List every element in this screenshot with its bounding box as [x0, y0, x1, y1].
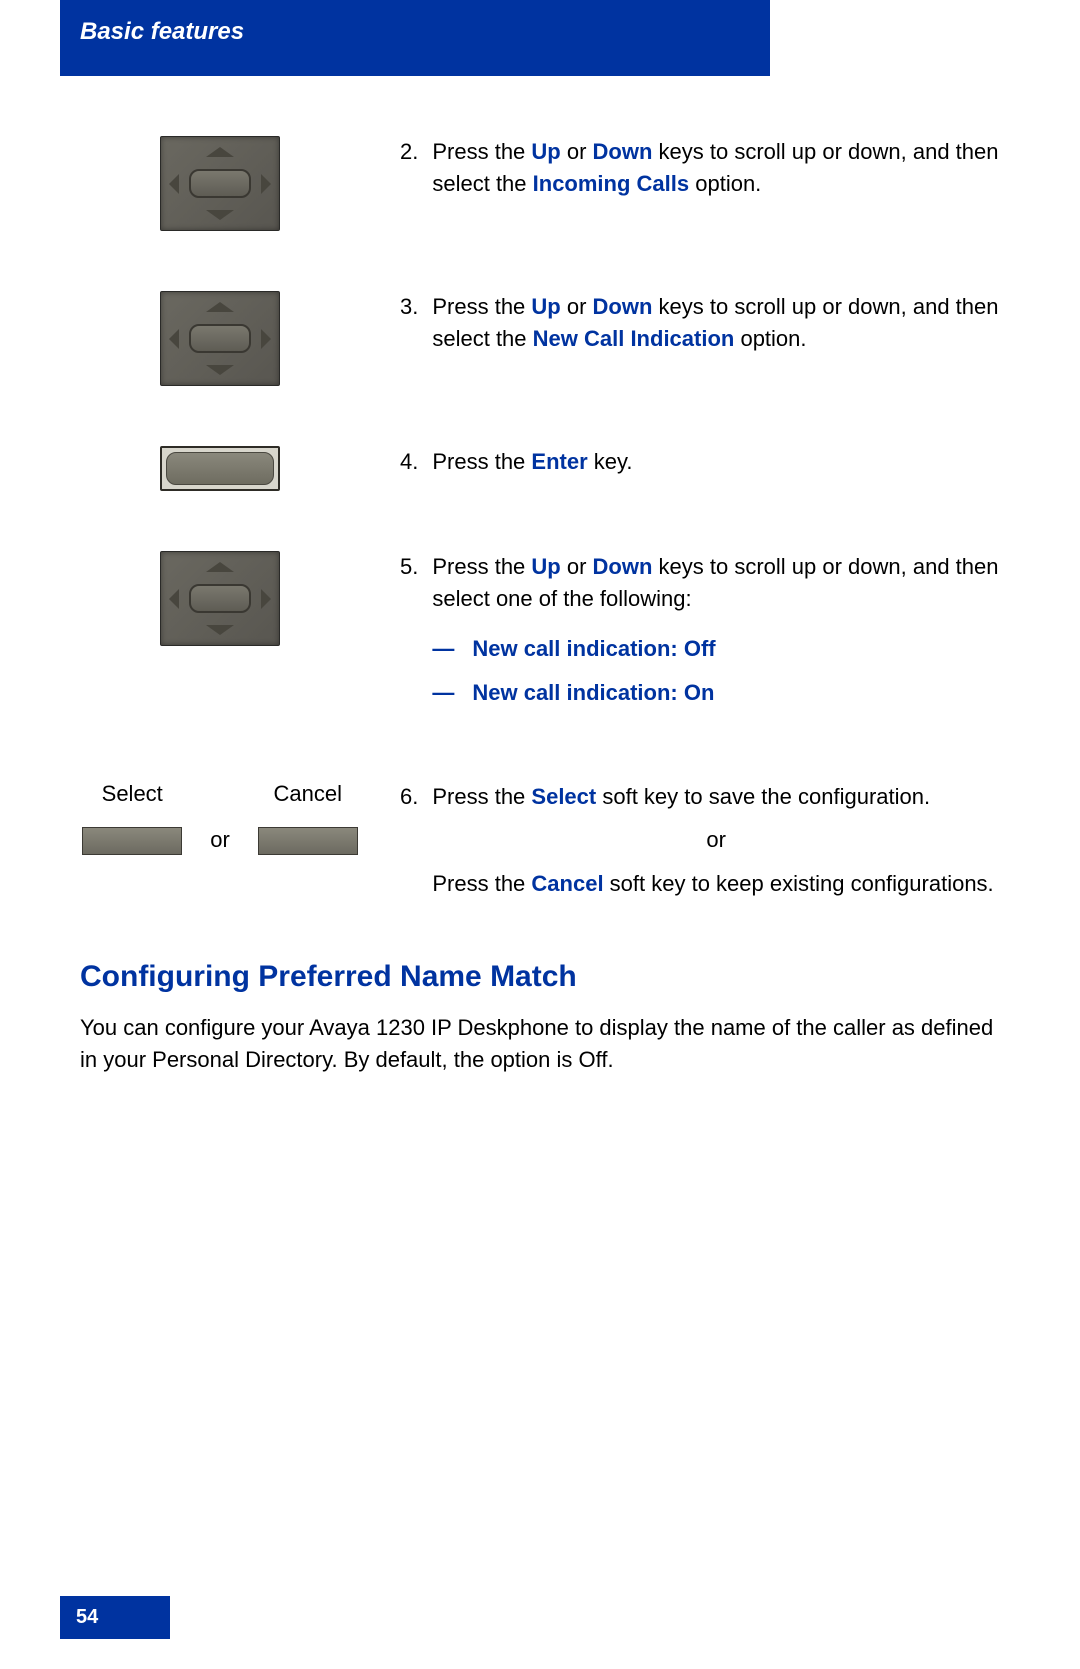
- step-icon-col: Select or Cancel: [80, 781, 360, 855]
- step-number: 6.: [400, 781, 418, 901]
- page-header: Basic features: [60, 0, 770, 76]
- softkey-icon: [258, 827, 358, 855]
- step-row: Select or Cancel 6. Press the Select sof…: [80, 781, 1000, 901]
- step-number: 2.: [400, 136, 418, 200]
- step-body: Press the Up or Down keys to scroll up o…: [432, 551, 1000, 721]
- section-paragraph: You can configure your Avaya 1230 IP Des…: [80, 1012, 1000, 1076]
- step-row: 2. Press the Up or Down keys to scroll u…: [80, 136, 1000, 231]
- step-body: Press the Up or Down keys to scroll up o…: [432, 136, 1000, 200]
- manual-page: Basic features 2. Press the Up or Down k…: [0, 0, 1080, 1669]
- step-body: Press the Select soft key to save the co…: [432, 781, 1000, 901]
- section-heading: Configuring Preferred Name Match: [80, 960, 1000, 994]
- softkey-block: Select or Cancel: [80, 781, 360, 855]
- step-row: 3. Press the Up or Down keys to scroll u…: [80, 291, 1000, 386]
- step-text: 5. Press the Up or Down keys to scroll u…: [400, 551, 1000, 721]
- step-body: Press the Enter key.: [432, 446, 1000, 478]
- header-title: Basic features: [80, 18, 244, 45]
- step-number: 3.: [400, 291, 418, 355]
- sublist-item: — New call indication: Off: [432, 633, 1000, 665]
- step-or-text: or: [432, 824, 1000, 856]
- softkey-cancel-label: Cancel: [274, 781, 342, 807]
- step-bottom-text: Press the Cancel soft key to keep existi…: [432, 868, 1000, 900]
- step-number: 4.: [400, 446, 418, 478]
- sublist-item: — New call indication: On: [432, 677, 1000, 709]
- step-row: 5. Press the Up or Down keys to scroll u…: [80, 551, 1000, 721]
- softkey-icon: [82, 827, 182, 855]
- nav-pad-icon: [160, 291, 280, 386]
- softkey-select-col: Select: [82, 781, 182, 855]
- page-number: 54: [76, 1606, 98, 1628]
- step-body: Press the Up or Down keys to scroll up o…: [432, 291, 1000, 355]
- dash-icon: —: [432, 633, 454, 665]
- step-text: 6. Press the Select soft key to save the…: [400, 781, 1000, 901]
- nav-pad-icon: [160, 136, 280, 231]
- step-top-text: Press the Select soft key to save the co…: [432, 781, 1000, 813]
- softkey-select-label: Select: [102, 781, 163, 807]
- nav-pad-icon: [160, 551, 280, 646]
- step-icon-col: [80, 291, 360, 386]
- enter-key-icon: [160, 446, 280, 491]
- page-footer: 54: [60, 1596, 170, 1639]
- step-icon-col: [80, 136, 360, 231]
- step-row: 4. Press the Enter key.: [80, 446, 1000, 491]
- softkey-cancel-col: Cancel: [258, 781, 358, 855]
- dash-icon: —: [432, 677, 454, 709]
- step-icon-col: [80, 446, 360, 491]
- step-text: 3. Press the Up or Down keys to scroll u…: [400, 291, 1000, 355]
- step-icon-col: [80, 551, 360, 646]
- page-content: 2. Press the Up or Down keys to scroll u…: [80, 76, 1000, 1076]
- step-number: 5.: [400, 551, 418, 721]
- step-text: 4. Press the Enter key.: [400, 446, 1000, 478]
- softkey-or: or: [210, 827, 230, 855]
- step-sublist: — New call indication: Off — New call in…: [432, 633, 1000, 709]
- step-text: 2. Press the Up or Down keys to scroll u…: [400, 136, 1000, 200]
